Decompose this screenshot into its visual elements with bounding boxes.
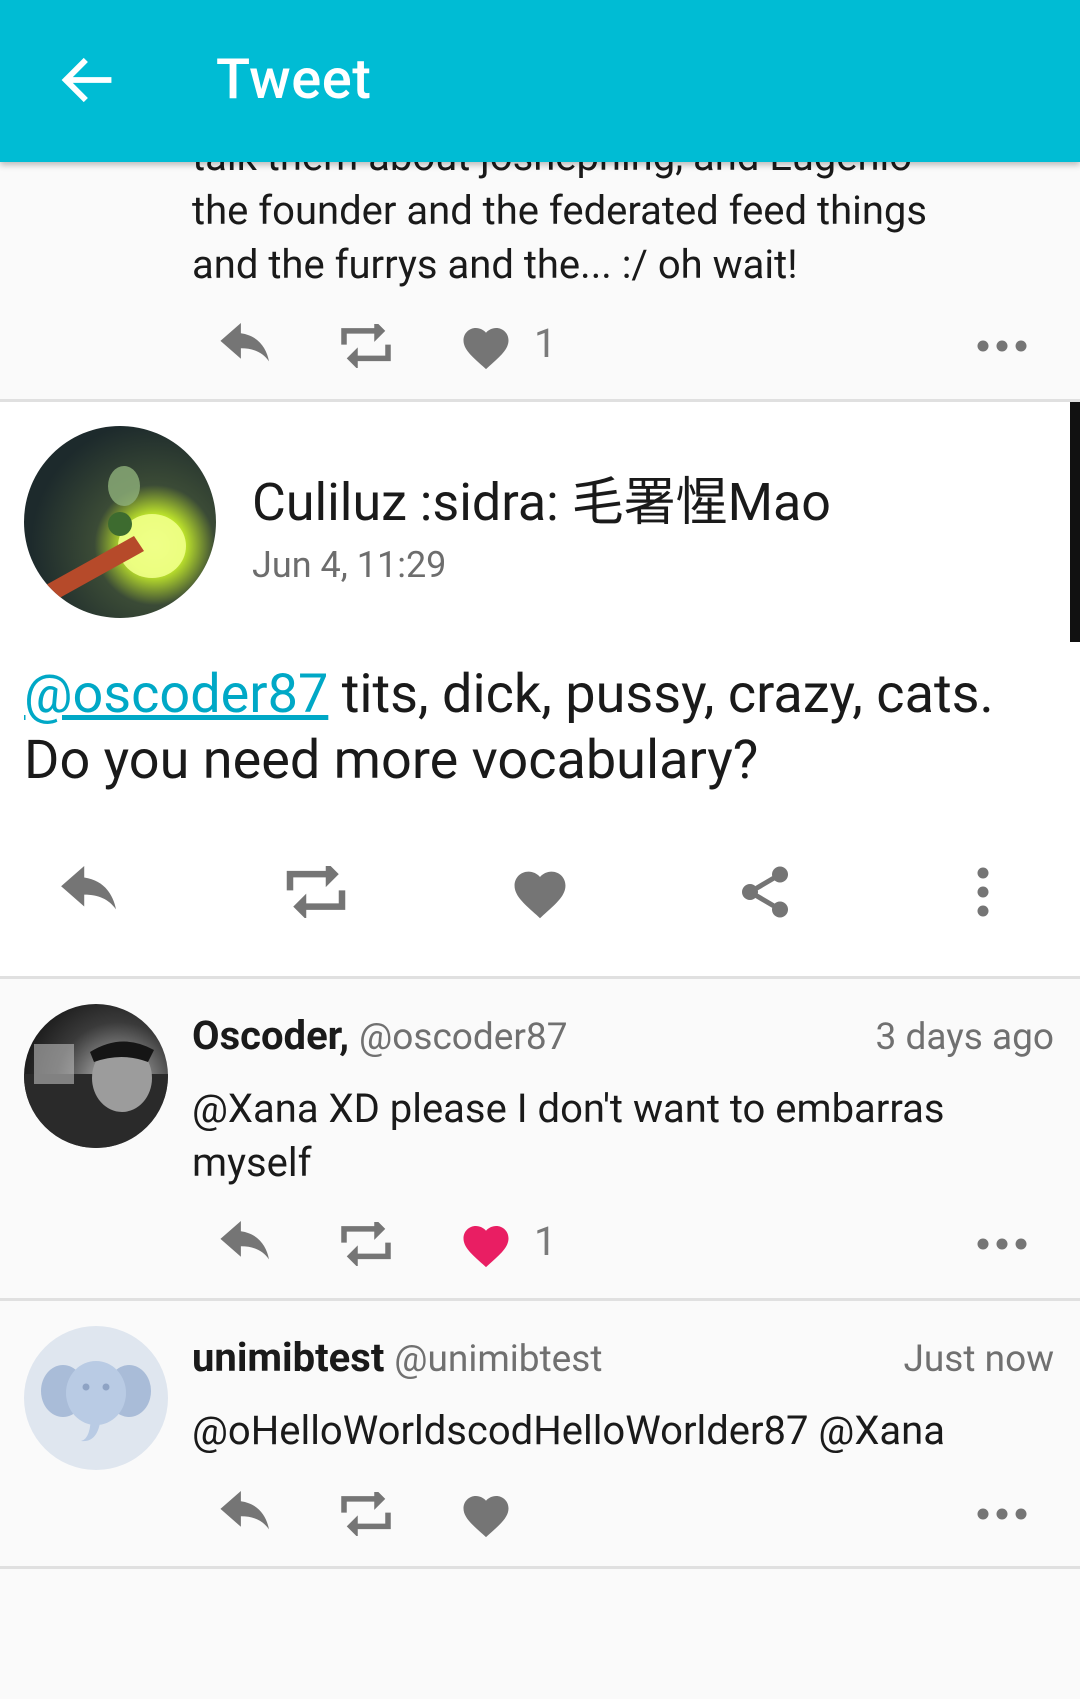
- reply-actions: [0, 1484, 1080, 1544]
- reply-time: 3 days ago: [875, 1016, 1054, 1059]
- reply-author[interactable]: unimibtest @unimibtest: [192, 1334, 603, 1381]
- reply-time: Just now: [903, 1338, 1054, 1381]
- reply-handle: @unimibtest: [394, 1338, 603, 1381]
- timestamp: Jun 4, 11:29: [252, 544, 447, 586]
- focused-post-actions: [0, 862, 1080, 922]
- page-title: Tweet: [216, 46, 372, 112]
- like-count: 1: [534, 320, 557, 367]
- heart-icon[interactable]: [456, 316, 516, 376]
- reply-display-name: Oscoder,: [192, 1012, 350, 1059]
- reply-icon[interactable]: [212, 316, 280, 376]
- heart-icon[interactable]: [506, 862, 574, 922]
- avatar[interactable]: [24, 426, 216, 618]
- reply-author[interactable]: Oscoder, @oscoder87: [192, 1012, 568, 1059]
- avatar[interactable]: [24, 1004, 168, 1148]
- retweet-icon[interactable]: [276, 862, 356, 922]
- scrollbar[interactable]: [1070, 402, 1080, 642]
- app-bar: Tweet: [0, 0, 1080, 162]
- timeline: talk them about joshephing, and Eugenio …: [0, 0, 1080, 1699]
- retweet-icon[interactable]: [332, 1214, 400, 1274]
- divider: [0, 1566, 1080, 1569]
- display-name[interactable]: Culiluz :sidra: 毛署惺Mao: [252, 460, 831, 535]
- reply-icon[interactable]: [212, 1214, 280, 1274]
- more-vertical-icon[interactable]: [968, 862, 998, 922]
- previous-post-text-line-3: and the furrys and the... :/ oh wait!: [192, 241, 798, 288]
- back-arrow-icon: [61, 57, 112, 103]
- reply-text: @oHelloWorldscodHelloWorlder87 @Xana: [192, 1407, 946, 1454]
- divider: [0, 976, 1080, 979]
- elephant-icon: [41, 1361, 151, 1442]
- reply-icon[interactable]: [52, 862, 128, 922]
- divider: [0, 1298, 1080, 1301]
- reply-actions: 1: [0, 1214, 1080, 1274]
- mention-link[interactable]: @oscoder87: [24, 663, 328, 726]
- back-button[interactable]: [56, 50, 116, 110]
- heart-icon[interactable]: [456, 1214, 516, 1274]
- avatar[interactable]: [24, 1326, 168, 1470]
- reply-handle: @oscoder87: [359, 1016, 568, 1059]
- previous-post-actions: 1: [0, 316, 1080, 376]
- more-horizontal-icon[interactable]: [970, 1214, 1034, 1274]
- reply-display-name: unimibtest: [192, 1334, 385, 1381]
- like-count: 1: [534, 1218, 557, 1265]
- more-horizontal-icon[interactable]: [970, 1484, 1034, 1544]
- post-body: @oscoder87 tits, dick, pussy, crazy, cat…: [24, 662, 1064, 794]
- previous-post-text-line-2: the founder and the federated feed thing…: [192, 187, 928, 234]
- retweet-icon[interactable]: [332, 316, 400, 376]
- heart-icon[interactable]: [456, 1484, 516, 1544]
- retweet-icon[interactable]: [332, 1484, 400, 1544]
- reply-icon[interactable]: [212, 1484, 280, 1544]
- reply-text: @Xana XD please I don't want to embarras…: [192, 1085, 945, 1186]
- more-horizontal-icon[interactable]: [970, 316, 1034, 376]
- share-icon[interactable]: [732, 862, 798, 922]
